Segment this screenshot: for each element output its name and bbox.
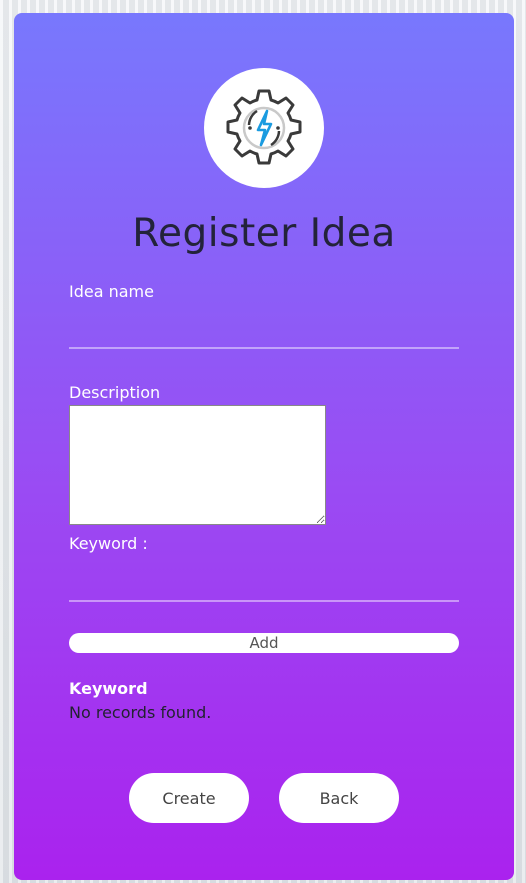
idea-name-label: Idea name bbox=[69, 282, 154, 301]
page-title: Register Idea bbox=[132, 211, 396, 256]
description-label: Description bbox=[69, 383, 161, 402]
gear-lightning-icon bbox=[226, 89, 302, 165]
idea-name-input[interactable] bbox=[69, 313, 459, 349]
register-idea-card: Register Idea Idea name Description Keyw… bbox=[14, 13, 514, 880]
back-button[interactable]: Back bbox=[279, 773, 399, 823]
create-button[interactable]: Create bbox=[129, 773, 249, 823]
keyword-table-empty-message: No records found. bbox=[69, 703, 212, 722]
logo-badge bbox=[204, 68, 324, 188]
keyword-label: Keyword : bbox=[69, 534, 148, 553]
description-textarea[interactable] bbox=[69, 405, 326, 525]
keyword-input[interactable] bbox=[69, 566, 459, 602]
keyword-table-header: Keyword bbox=[69, 679, 148, 698]
add-keyword-button[interactable]: Add bbox=[69, 633, 459, 653]
